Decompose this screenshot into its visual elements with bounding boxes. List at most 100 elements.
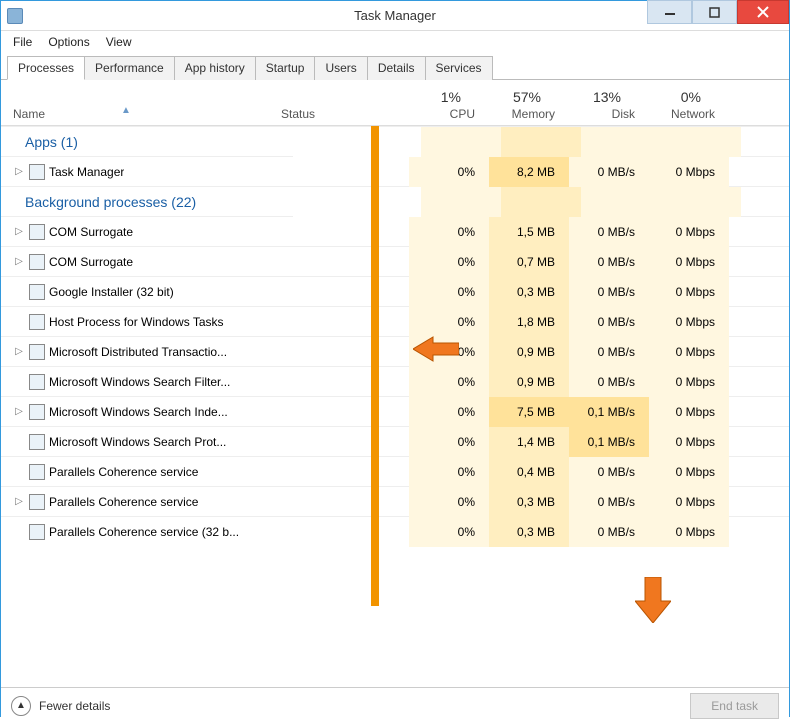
network-cell: 0 Mbps [649,487,729,517]
table-row[interactable]: Parallels Coherence service 0%0,4 MB0 MB/… [1,456,789,486]
expand-icon[interactable]: ▷ [13,226,25,237]
table-row[interactable]: ▷ Microsoft Distributed Transactio... 0%0,… [1,336,789,366]
disk-cell: 0 MB/s [569,307,649,337]
table-row[interactable]: Microsoft Windows Search Filter...0%0,9 … [1,366,789,396]
group-header: Background processes (22) [1,186,789,216]
process-list: ▲ Name Status 1% CPU 57% Memory 13% Disk… [1,80,789,687]
cpu-cell: 0% [409,367,489,397]
process-icon [29,314,45,330]
process-icon [29,374,45,390]
menu-file[interactable]: File [5,33,40,51]
expand-icon[interactable]: ▷ [13,166,25,177]
maximize-button[interactable] [692,0,737,24]
process-name: Microsoft Windows Search Filter... [49,375,230,389]
table-row[interactable]: ▷Task Manager0%8,2 MB0 MB/s0 Mbps [1,156,789,186]
network-cell: 0 Mbps [649,307,729,337]
sort-caret-icon: ▲ [121,105,131,116]
disk-cell: 0 MB/s [569,157,649,187]
network-cell: 0 Mbps [649,457,729,487]
memory-cell: 0,3 MB [489,517,569,547]
fewer-details-toggle[interactable]: ▲ Fewer details [11,696,110,716]
tab-processes[interactable]: Processes [7,56,85,80]
col-name-header[interactable]: ▲ Name [1,107,281,121]
footer: ▲ Fewer details End task [1,687,789,723]
disk-cell: 0 MB/s [569,457,649,487]
process-name: Parallels Coherence service [49,495,198,509]
list-body[interactable]: Apps (1)▷Task Manager0%8,2 MB0 MB/s0 Mbp… [1,126,789,641]
process-icon [29,224,45,240]
minimize-button[interactable] [647,0,692,24]
process-name: Parallels Coherence service [49,465,198,479]
memory-cell: 0,7 MB [489,247,569,277]
disk-cell: 0 MB/s [569,247,649,277]
expand-icon[interactable]: ▷ [13,406,25,417]
process-name: Task Manager [49,165,124,179]
col-mem-usage: 57% [489,89,555,105]
table-row[interactable]: Google Installer (32 bit)0%0,3 MB0 MB/s0… [1,276,789,306]
col-disk-label: Disk [612,107,635,121]
col-memory-header[interactable]: 57% Memory [489,89,569,121]
col-name-label: Name [13,107,45,121]
memory-cell: 0,3 MB [489,277,569,307]
network-cell: 0 Mbps [649,367,729,397]
network-cell: 0 Mbps [649,337,729,367]
titlebar[interactable]: Task Manager [1,1,789,31]
cpu-cell: 0% [409,337,489,367]
end-task-button[interactable]: End task [690,693,779,719]
expand-icon[interactable]: ▷ [13,346,25,357]
cpu-cell: 0% [409,457,489,487]
table-row[interactable]: Microsoft Windows Search Prot... 0%1,4 MB… [1,426,789,456]
memory-cell: 1,4 MB [489,427,569,457]
group-title: Background processes (22) [25,194,196,210]
cpu-cell: 0% [409,157,489,187]
close-button[interactable] [737,0,789,24]
memory-cell: 8,2 MB [489,157,569,187]
table-row[interactable]: ▷Parallels Coherence service0%0,3 MB0 MB… [1,486,789,516]
process-icon [29,284,45,300]
col-cpu-header[interactable]: 1% CPU [409,89,489,121]
table-row[interactable]: ▷COM Surrogate0%0,7 MB0 MB/s0 Mbps [1,246,789,276]
table-row[interactable]: ▷COM Surrogate0%1,5 MB0 MB/s0 Mbps [1,216,789,246]
process-name: Host Process for Windows Tasks [49,315,224,329]
cpu-cell: 0% [409,427,489,457]
process-name: Microsoft Windows Search Inde... [49,405,228,419]
tab-apphistory[interactable]: App history [174,56,256,80]
process-name: Microsoft Distributed Transactio... [49,345,227,359]
fewer-details-label: Fewer details [39,699,110,713]
network-cell: 0 Mbps [649,517,729,547]
cpu-cell: 0% [409,397,489,427]
chevron-up-icon: ▲ [11,696,31,716]
memory-cell: 7,5 MB [489,397,569,427]
expand-icon[interactable]: ▷ [13,496,25,507]
columns-header: ▲ Name Status 1% CPU 57% Memory 13% Disk… [1,80,789,126]
expand-icon[interactable]: ▷ [13,256,25,267]
process-name: Google Installer (32 bit) [49,285,174,299]
col-net-usage: 0% [649,89,715,105]
tab-performance[interactable]: Performance [84,56,175,80]
menu-view[interactable]: View [98,33,140,51]
window-controls [647,1,789,30]
tab-startup[interactable]: Startup [255,56,316,80]
taskmgr-icon [7,8,23,24]
menu-options[interactable]: Options [40,33,97,51]
col-network-header[interactable]: 0% Network [649,89,729,121]
col-mem-label: Memory [512,107,555,121]
process-name: Microsoft Windows Search Prot... [49,435,226,449]
col-disk-header[interactable]: 13% Disk [569,89,649,121]
table-row[interactable]: Parallels Coherence service (32 b...0%0,… [1,516,789,546]
memory-cell: 0,9 MB [489,337,569,367]
cpu-cell: 0% [409,247,489,277]
col-net-label: Network [671,107,715,121]
process-icon [29,404,45,420]
disk-cell: 0 MB/s [569,367,649,397]
tab-services[interactable]: Services [425,56,493,80]
cpu-cell: 0% [409,517,489,547]
memory-cell: 0,3 MB [489,487,569,517]
col-status-header[interactable]: Status [281,107,409,121]
table-row[interactable]: Host Process for Windows Tasks0%1,8 MB0 … [1,306,789,336]
memory-cell: 0,4 MB [489,457,569,487]
group-header: Apps (1) [1,126,789,156]
table-row[interactable]: ▷ Microsoft Windows Search Inde... 0%7,5 M… [1,396,789,426]
tab-users[interactable]: Users [314,56,367,80]
tab-details[interactable]: Details [367,56,426,80]
